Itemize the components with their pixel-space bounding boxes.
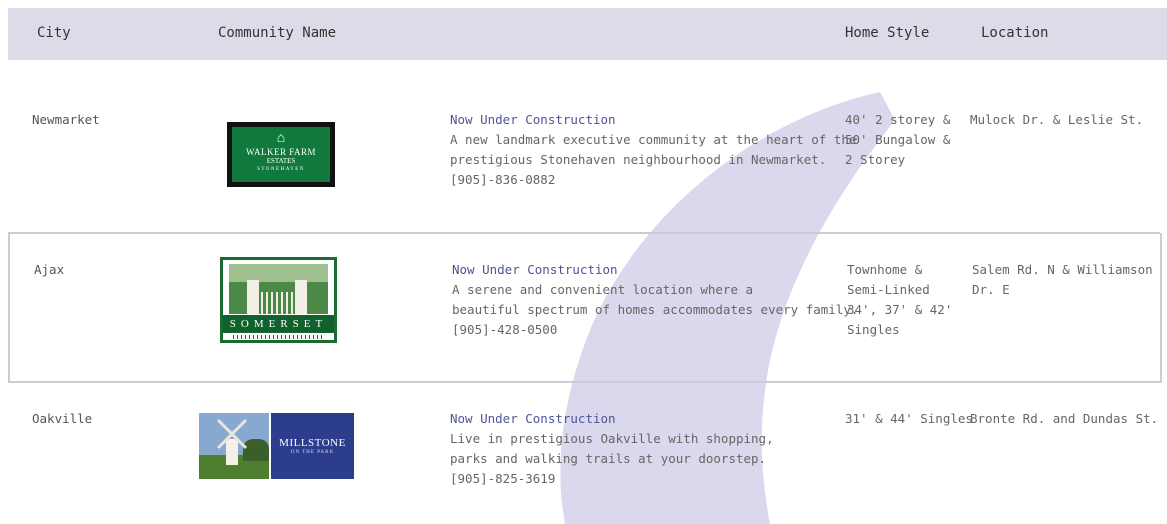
description-cell: Now Under Construction A serene and conv…	[452, 260, 858, 340]
home-style-cell: 31' & 44' Singles	[845, 411, 973, 426]
windmill-image	[199, 413, 269, 479]
phone-number: [905]-836-0882	[450, 172, 556, 187]
header-community: Community Name	[218, 25, 337, 41]
status-link[interactable]: Now Under Construction	[450, 409, 774, 429]
table-row: Newmarket ⌂ WALKER FARM ESTATES STONEHAV…	[8, 60, 1160, 234]
walker-farm-estates-logo[interactable]: ⌂ WALKER FARM ESTATES STONEHAVEN	[227, 122, 335, 187]
city-cell: Ajax	[34, 262, 65, 277]
header-city: City	[37, 25, 71, 41]
status-link[interactable]: Now Under Construction	[452, 260, 858, 280]
header-location: Location	[981, 25, 1049, 41]
phone-number: [905]-825-3619	[450, 471, 556, 486]
description-cell: Now Under Construction A new landmark ex…	[450, 110, 856, 190]
millstone-on-the-park-logo[interactable]: MILLSTONE ON THE PARK	[199, 413, 354, 479]
home-style-cell: Townhome & Semi-Linked 34', 37' & 42' Si…	[847, 262, 953, 337]
phone-number: [905]-428-0500	[452, 322, 558, 337]
description-cell: Now Under Construction Live in prestigio…	[450, 409, 774, 489]
location-cell: Bronte Rd. and Dundas St.	[970, 411, 1159, 426]
header-home-style: Home Style	[845, 25, 930, 41]
somerset-logo[interactable]: SOMERSET	[220, 257, 337, 343]
table-header: City Community Name Home Style Location	[8, 8, 1167, 60]
home-style-cell: 40' 2 storey & 50' Bungalow & 2 Storey	[845, 112, 951, 167]
table-row: Ajax SOMERSET Now Under Construction A s…	[8, 233, 1162, 383]
house-icon: ⌂	[276, 131, 286, 146]
table-row: Oakville MILLSTONE ON THE PARK Now Under…	[8, 383, 1160, 524]
city-cell: Oakville	[32, 411, 93, 426]
gate-image	[229, 264, 328, 314]
status-link[interactable]: Now Under Construction	[450, 110, 856, 130]
location-cell: Mulock Dr. & Leslie St.	[970, 112, 1144, 127]
location-cell: Salem Rd. N & Williamson Dr. E	[972, 262, 1153, 297]
city-cell: Newmarket	[32, 112, 100, 127]
